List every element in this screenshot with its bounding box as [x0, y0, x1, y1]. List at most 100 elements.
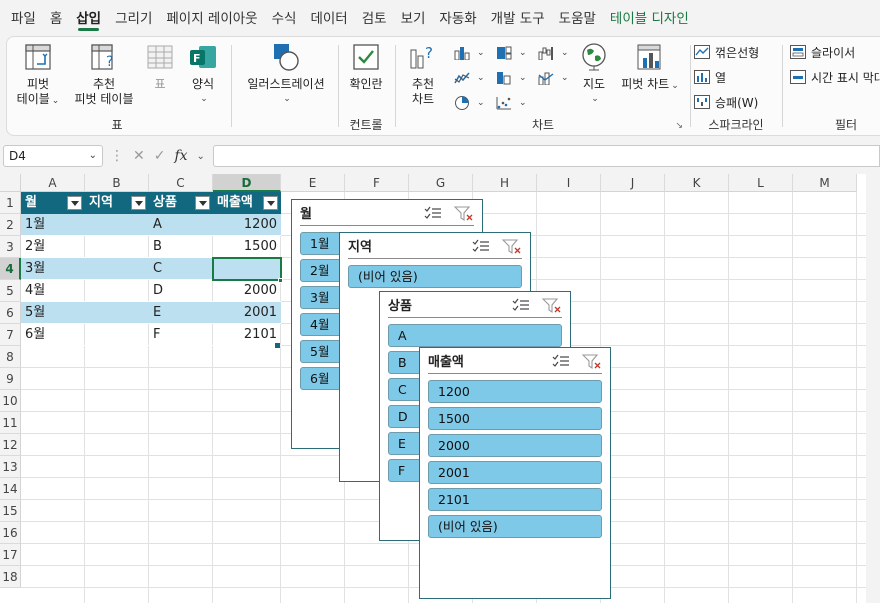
clear-filter-icon[interactable]	[581, 354, 602, 376]
table-cell[interactable]	[85, 280, 149, 302]
table-cell[interactable]: 2월	[21, 236, 85, 258]
combo-chart-button[interactable]: ⌄	[537, 68, 569, 88]
tab-table-design[interactable]: 테이블 디자인	[603, 0, 696, 36]
column-header-i[interactable]: I	[537, 174, 601, 192]
illustrations-button[interactable]: 일러스트레이션 ⌄	[241, 41, 331, 107]
column-header-g[interactable]: G	[409, 174, 473, 192]
table-cell[interactable]: 1500	[213, 236, 281, 258]
filter-dropdown-icon[interactable]	[263, 196, 278, 210]
table-cell[interactable]	[85, 258, 149, 280]
row-header-13[interactable]: 13	[0, 456, 21, 478]
timeline-button[interactable]: 시간 표시 막대	[789, 67, 880, 87]
bar-chart-button[interactable]: ⌄	[495, 43, 527, 63]
sparkline-winloss-button[interactable]: 승패(W)	[693, 92, 758, 112]
row-header-14[interactable]: 14	[0, 478, 21, 500]
table-cell[interactable]	[85, 324, 149, 346]
fill-handle[interactable]	[278, 278, 283, 283]
cancel-icon[interactable]: ✕	[133, 148, 145, 164]
row-header-8[interactable]: 8	[0, 346, 21, 368]
filter-dropdown-icon[interactable]	[131, 196, 146, 210]
row-header-2[interactable]: 2	[0, 214, 21, 236]
pivot-chart-button[interactable]: 피벗 차트 ⌄	[619, 41, 681, 94]
tab-help[interactable]: 도움말	[552, 0, 603, 36]
slicer-item[interactable]: A	[388, 324, 562, 347]
waterfall-chart-button[interactable]: ⌄	[537, 43, 569, 63]
name-box-dropdown-icon[interactable]: ⌄	[89, 146, 97, 166]
multi-select-icon[interactable]	[552, 354, 570, 376]
row-header-15[interactable]: 15	[0, 500, 21, 522]
table-cell[interactable]: 4월	[21, 280, 85, 302]
row-header-1[interactable]: 1	[0, 192, 21, 214]
clear-filter-icon[interactable]	[541, 298, 562, 320]
table-cell[interactable]	[85, 236, 149, 258]
column-header-d[interactable]: D	[213, 174, 281, 192]
row-header-10[interactable]: 10	[0, 390, 21, 412]
tab-insert[interactable]: 삽입	[69, 0, 108, 36]
worksheet-grid[interactable]: ABCDEFGHIJKLM 1 2 3 4 5 6 7 8 9 10 11 12 13 14 15 16 17 1…	[0, 174, 866, 603]
slicer-button[interactable]: 슬라이서	[789, 42, 855, 62]
row-header-16[interactable]: 16	[0, 522, 21, 544]
row-header-4[interactable]: 4	[0, 258, 21, 280]
slicer-item[interactable]: 2101	[428, 488, 602, 511]
row-header-7[interactable]: 7	[0, 324, 21, 346]
filter-dropdown-icon[interactable]	[67, 196, 82, 210]
row-header-9[interactable]: 9	[0, 368, 21, 390]
tab-page-layout[interactable]: 페이지 레이아웃	[159, 0, 264, 36]
slicer-item[interactable]: 2001	[428, 461, 602, 484]
sparkline-line-button[interactable]: 꺾은선형	[693, 42, 759, 62]
column-header-k[interactable]: K	[665, 174, 729, 192]
tab-developer[interactable]: 개발 도구	[484, 0, 552, 36]
column-header-l[interactable]: L	[729, 174, 793, 192]
select-all-corner[interactable]	[0, 174, 21, 192]
table-header-cell[interactable]: 상품	[149, 192, 213, 214]
row-header-6[interactable]: 6	[0, 302, 21, 324]
column-header-b[interactable]: B	[85, 174, 149, 192]
pivot-table-button[interactable]: 피벗 테이블 ⌄	[13, 41, 63, 109]
table-cell[interactable]: 5월	[21, 302, 85, 324]
more-icon[interactable]: ⋮	[110, 148, 124, 164]
tab-data[interactable]: 데이터	[303, 0, 354, 36]
row-header-12[interactable]: 12	[0, 434, 21, 456]
statistic-chart-button[interactable]: ⌄	[495, 68, 527, 88]
multi-select-icon[interactable]	[472, 239, 490, 261]
table-header-cell[interactable]: 월	[21, 192, 85, 214]
row-header-11[interactable]: 11	[0, 412, 21, 434]
tab-file[interactable]: 파일	[4, 0, 43, 36]
tab-view[interactable]: 보기	[394, 0, 433, 36]
tab-formulas[interactable]: 수식	[265, 0, 304, 36]
slicer-sales[interactable]: 매출액 1200 1500 2000 2001 2101 (비어 있음)	[419, 347, 611, 599]
column-header-e[interactable]: E	[281, 174, 345, 192]
column-header-a[interactable]: A	[21, 174, 85, 192]
table-cell[interactable]: 6월	[21, 324, 85, 346]
pie-chart-button[interactable]: ⌄	[453, 93, 485, 113]
clear-filter-icon[interactable]	[501, 239, 522, 261]
multi-select-icon[interactable]	[424, 206, 442, 228]
forms-button[interactable]: F 양식 ⌄	[185, 41, 221, 107]
table-cell[interactable]: D	[149, 280, 213, 302]
slicer-item[interactable]: (비어 있음)	[428, 515, 602, 538]
recommended-charts-button[interactable]: ? 추천 차트	[403, 41, 443, 107]
charts-dialog-launcher-icon[interactable]: ↘	[675, 121, 683, 131]
table-resize-handle[interactable]	[275, 343, 280, 348]
tab-review[interactable]: 검토	[355, 0, 394, 36]
name-box[interactable]: D4 ⌄	[3, 145, 103, 167]
table-header-cell[interactable]: 지역	[85, 192, 149, 214]
row-header-18[interactable]: 18	[0, 566, 21, 588]
enter-icon[interactable]: ✓	[154, 148, 166, 164]
tab-home[interactable]: 홈	[43, 0, 69, 36]
insert-function-icon[interactable]: fx	[174, 148, 187, 164]
table-cell[interactable]: 1200	[213, 214, 281, 236]
table-cell[interactable]: C	[149, 258, 213, 280]
slicer-item[interactable]: 1200	[428, 380, 602, 403]
table-cell[interactable]: B	[149, 236, 213, 258]
table-cell[interactable]: 2101	[213, 324, 281, 346]
table-cell[interactable]: 2000	[213, 280, 281, 302]
tab-draw[interactable]: 그리기	[108, 0, 159, 36]
line-chart-button[interactable]: ⌄	[453, 68, 485, 88]
fx-dropdown-icon[interactable]: ⌄	[197, 151, 205, 162]
column-header-h[interactable]: H	[473, 174, 537, 192]
table-cell[interactable]: 2001	[213, 302, 281, 324]
filter-dropdown-icon[interactable]	[195, 196, 210, 210]
row-header-17[interactable]: 17	[0, 544, 21, 566]
column-header-c[interactable]: C	[149, 174, 213, 192]
